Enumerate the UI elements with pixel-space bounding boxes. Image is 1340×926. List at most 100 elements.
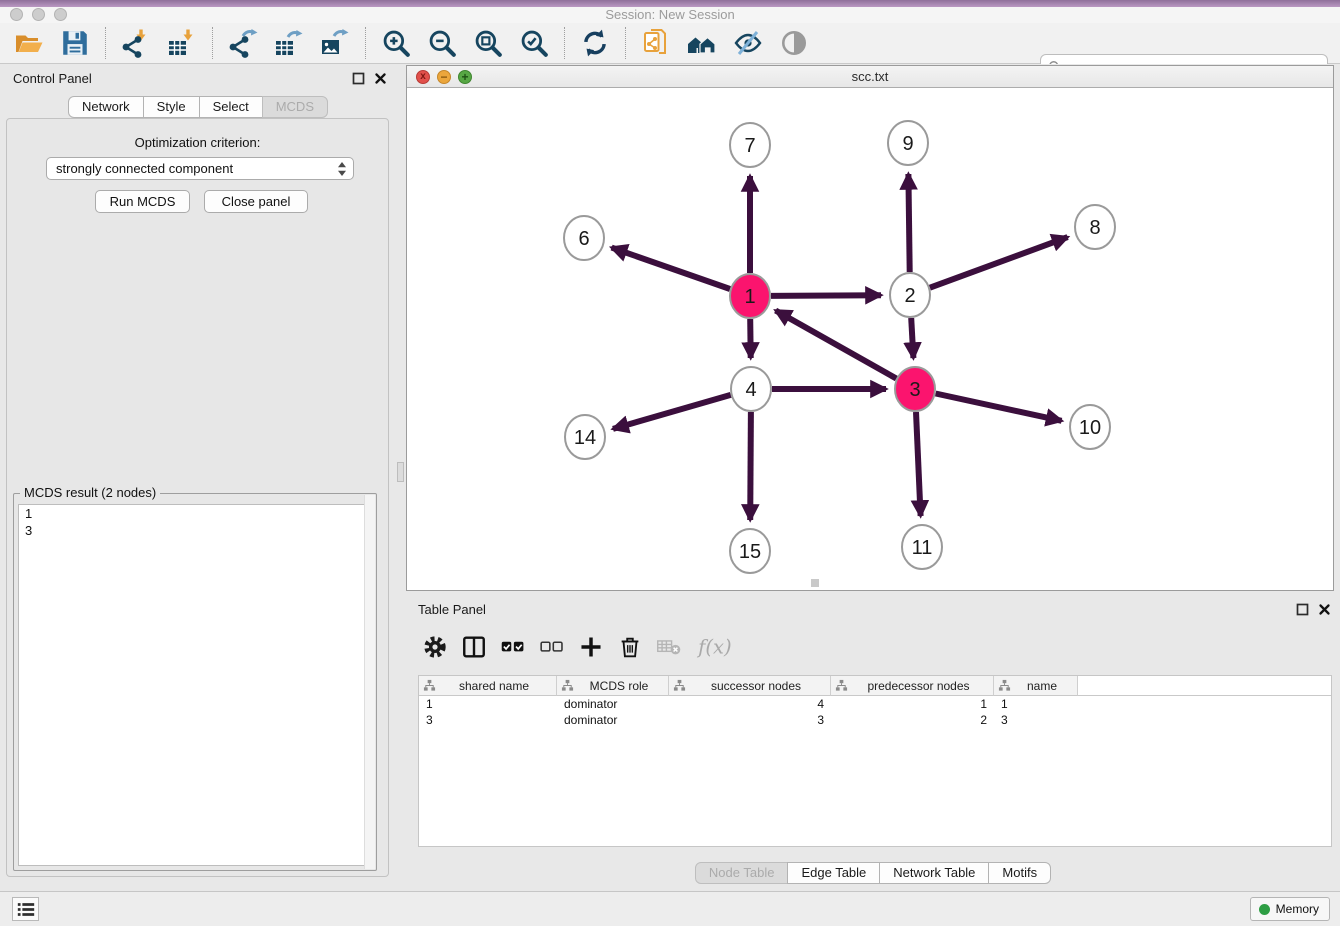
deselect-all-icon [539, 634, 565, 660]
graph-node-14[interactable]: 14 [565, 415, 605, 459]
zoom-window-button[interactable] [54, 8, 67, 21]
network-zoom-button[interactable]: + [458, 70, 472, 84]
zoom-fit-button[interactable] [467, 26, 509, 60]
tab-style[interactable]: Style [143, 96, 200, 118]
graph-node-7[interactable]: 7 [730, 123, 770, 167]
network-canvas[interactable]: 1 2 3 4 6 7 8 9 10 11 14 15 [407, 88, 1333, 590]
edge-2-9[interactable] [908, 174, 909, 272]
result-scrollbar[interactable] [364, 495, 375, 869]
window-accent-strip [0, 0, 1340, 7]
select-all-button[interactable] [498, 632, 528, 662]
main-area: Control Panel NetworkStyleSelectMCDS Opt… [0, 64, 1340, 891]
float-panel-icon[interactable] [352, 72, 365, 85]
zoom-out-button[interactable] [421, 26, 463, 60]
open-folder-button[interactable] [8, 26, 50, 60]
splitter-grip[interactable] [397, 462, 404, 482]
graph-node-4[interactable]: 4 [731, 367, 771, 411]
toggle-panel-button[interactable] [459, 632, 489, 662]
float-table-panel-icon[interactable] [1296, 603, 1309, 616]
graph-node-11[interactable]: 11 [902, 525, 942, 569]
edge-3-11[interactable] [916, 412, 921, 516]
edge-2-3[interactable] [911, 318, 913, 358]
zoom-in-button[interactable] [375, 26, 417, 60]
tab-network[interactable]: Network [68, 96, 144, 118]
save-session-button[interactable] [54, 26, 96, 60]
apply-layout-button[interactable] [574, 26, 616, 60]
zoom-fit-icon [473, 28, 503, 58]
edge-3-10[interactable] [936, 394, 1062, 421]
edge-2-8[interactable] [930, 237, 1068, 288]
graph-node-10[interactable]: 10 [1070, 405, 1110, 449]
network-close-button[interactable]: x [416, 70, 430, 84]
toolbar-separator [625, 27, 626, 59]
minimize-window-button[interactable] [32, 8, 45, 21]
column-header-predecessor-nodes[interactable]: predecessor nodes [831, 676, 994, 696]
mcds-result-title: MCDS result (2 nodes) [20, 485, 160, 500]
close-window-button[interactable] [10, 8, 23, 21]
node-label: 11 [912, 537, 933, 559]
zoom-out-icon [427, 28, 457, 58]
canvas-scrollbar-thumb[interactable] [811, 579, 819, 587]
graph-node-1[interactable]: 1 [730, 274, 770, 318]
edge-1-6[interactable] [612, 248, 730, 289]
export-table-button[interactable] [268, 26, 310, 60]
deselect-all-button[interactable] [537, 632, 567, 662]
zoom-selected-icon [519, 28, 549, 58]
optimization-criterion-select[interactable]: strongly connected component [46, 157, 354, 180]
delete-row-icon [617, 634, 643, 660]
table-panel: Table Panel f(x) shared nameMCDS rolesuc… [406, 595, 1340, 891]
tab-mcds[interactable]: MCDS [262, 96, 328, 118]
edge-1-2[interactable] [771, 295, 881, 296]
table-cell: dominator [557, 712, 669, 728]
add-row-button[interactable] [576, 632, 606, 662]
close-panel-button[interactable]: Close panel [204, 190, 308, 213]
window-titlebar: Session: New Session [0, 7, 1340, 23]
export-image-button[interactable] [314, 26, 356, 60]
run-mcds-button[interactable]: Run MCDS [95, 190, 190, 213]
table-tab-node-table[interactable]: Node Table [695, 862, 789, 884]
zoom-selected-button[interactable] [513, 26, 555, 60]
column-header-name[interactable]: name [994, 676, 1078, 696]
memory-button[interactable]: Memory [1250, 897, 1330, 921]
duplicate-network-button[interactable] [635, 26, 677, 60]
edge-4-15[interactable] [750, 412, 751, 520]
import-network-button[interactable] [115, 26, 157, 60]
panel-splitter[interactable] [396, 64, 406, 891]
table-options-button[interactable] [420, 632, 450, 662]
graph-node-15[interactable]: 15 [730, 529, 770, 573]
column-header-MCDS-role[interactable]: MCDS role [557, 676, 669, 696]
network-minimize-button[interactable]: − [437, 70, 451, 84]
graph-node-3[interactable]: 3 [895, 367, 935, 411]
network-window-title: scc.txt [407, 66, 1333, 88]
delete-row-button[interactable] [615, 632, 645, 662]
edge-3-1[interactable] [776, 311, 897, 379]
import-table-button[interactable] [161, 26, 203, 60]
graph-node-2[interactable]: 2 [890, 273, 930, 317]
task-history-button[interactable] [12, 897, 39, 921]
export-network-button[interactable] [222, 26, 264, 60]
close-table-panel-icon[interactable] [1318, 603, 1331, 616]
hide-selected-button[interactable] [727, 26, 769, 60]
first-neighbors-button[interactable] [681, 26, 723, 60]
table-tab-network-table[interactable]: Network Table [879, 862, 989, 884]
table-tab-motifs[interactable]: Motifs [988, 862, 1051, 884]
tab-select[interactable]: Select [199, 96, 263, 118]
table-row[interactable]: 1dominator411 [419, 696, 1331, 712]
table-toolbar: f(x) [420, 627, 733, 667]
graph-node-8[interactable]: 8 [1075, 205, 1115, 249]
graph-node-6[interactable]: 6 [564, 216, 604, 260]
network-graph[interactable]: 1 2 3 4 6 7 8 9 10 11 14 15 [407, 88, 1333, 590]
mcds-result-text[interactable]: 13 [18, 504, 372, 866]
edge-4-14[interactable] [613, 395, 731, 429]
column-header-successor-nodes[interactable]: successor nodes [669, 676, 831, 696]
table-tab-edge-table[interactable]: Edge Table [787, 862, 880, 884]
node-label: 3 [909, 379, 920, 401]
export-table-icon [274, 28, 304, 58]
edge-1-4[interactable] [750, 319, 751, 358]
table-row[interactable]: 3dominator323 [419, 712, 1331, 728]
network-window-titlebar[interactable]: scc.txt x − + [407, 66, 1333, 88]
close-panel-icon[interactable] [374, 72, 387, 85]
column-header-shared-name[interactable]: shared name [419, 676, 557, 696]
column-tree-icon [673, 679, 686, 692]
graph-node-9[interactable]: 9 [888, 121, 928, 165]
